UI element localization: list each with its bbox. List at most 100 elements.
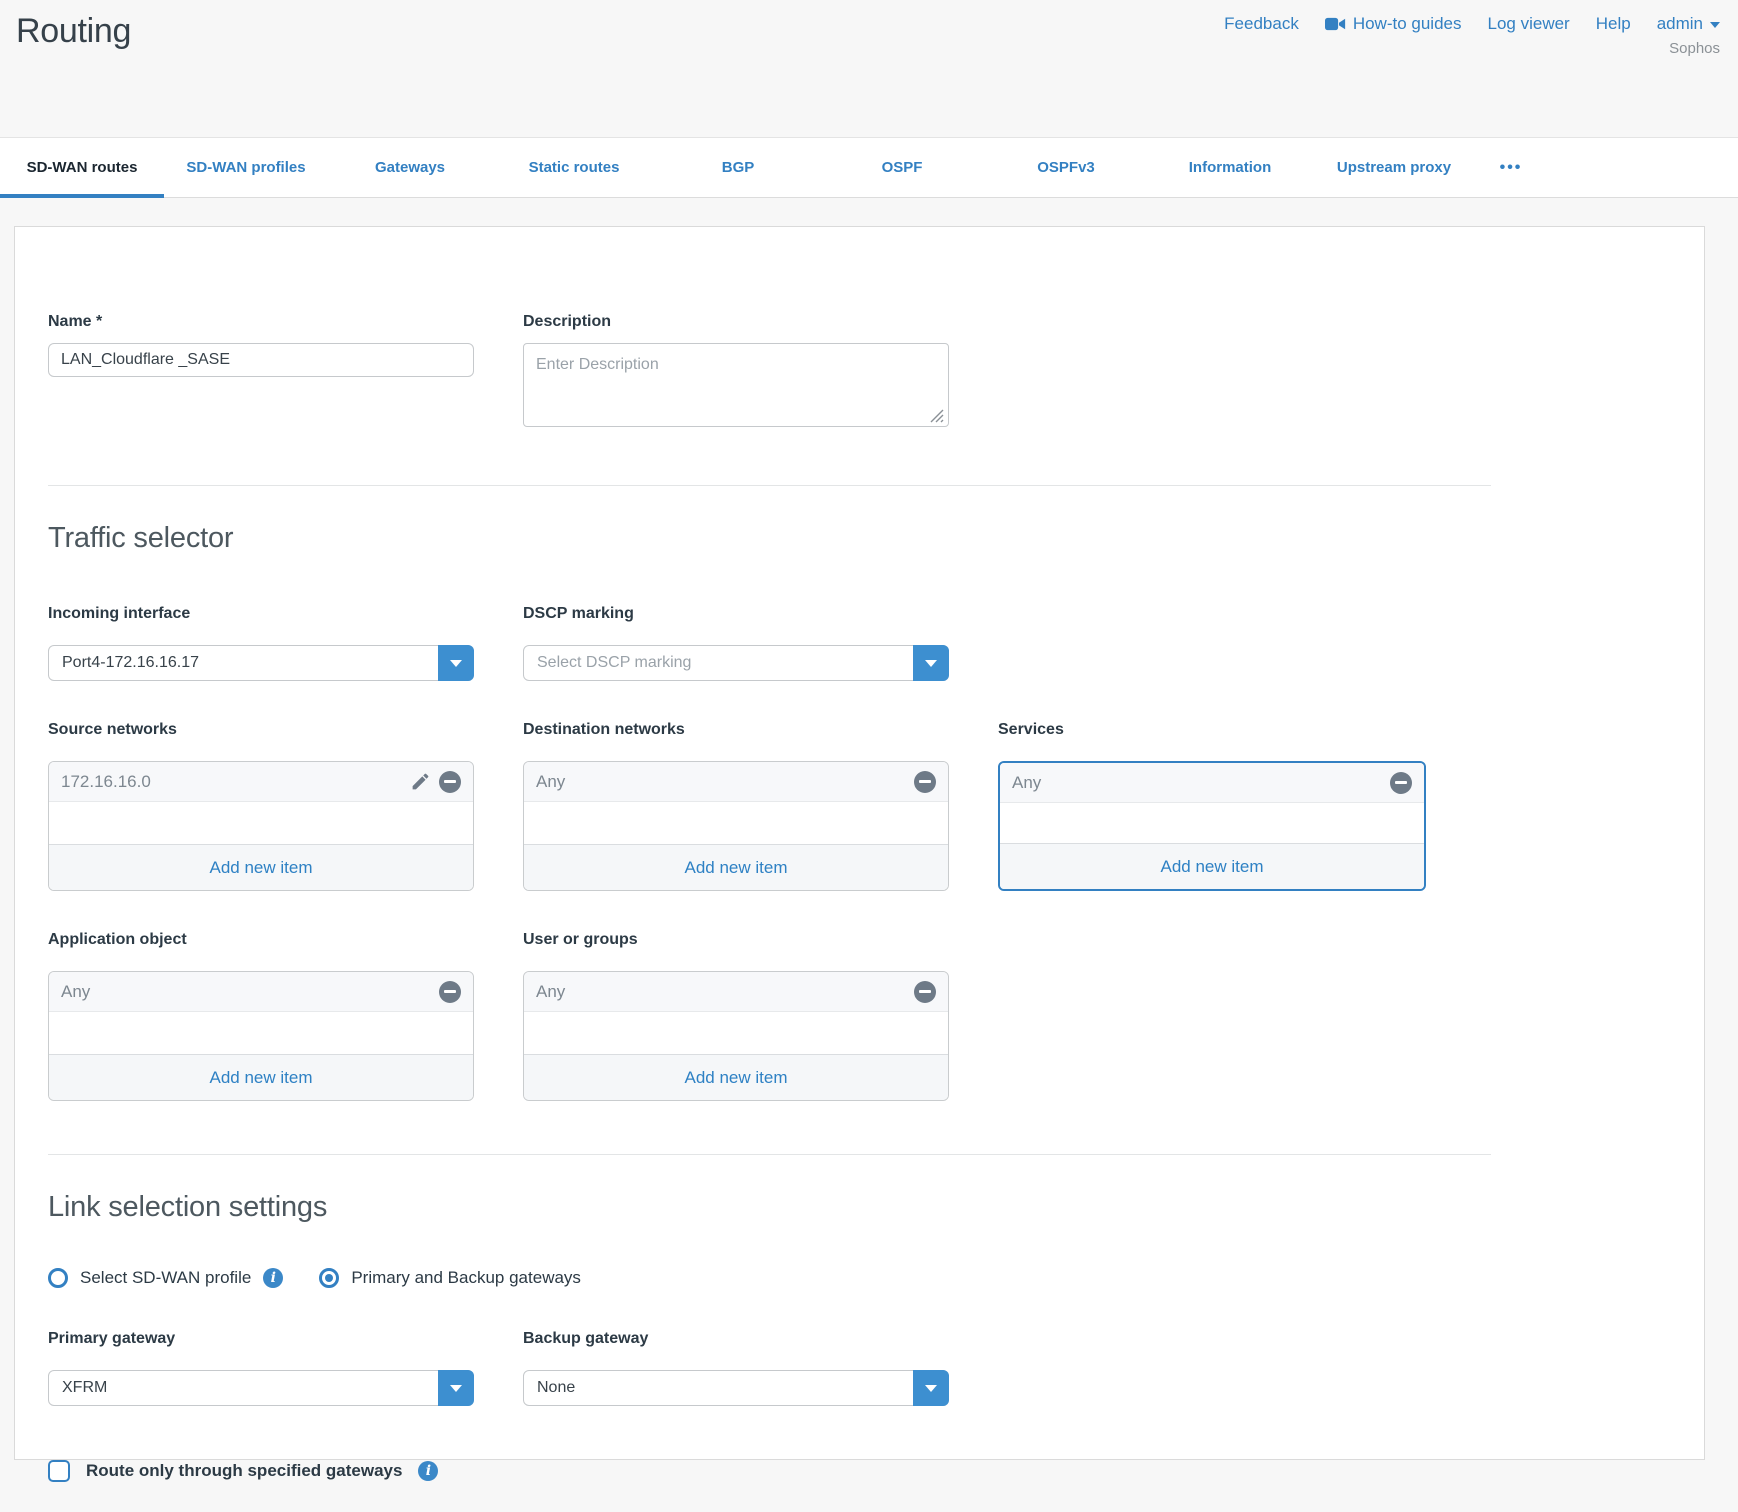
list-item: Any [524,762,948,802]
resize-handle[interactable] [930,409,944,423]
tab-sdwan-profiles[interactable]: SD-WAN profiles [164,138,328,197]
services-list: Any Add new item [998,761,1426,891]
remove-item-icon[interactable] [914,981,936,1003]
tab-label: Static routes [529,159,620,176]
list-item: Any [1000,763,1424,803]
route-only-row: Route only through specified gateways [48,1460,1671,1482]
howto-guides-link[interactable]: How-to guides [1325,14,1462,34]
list-item: Any [49,972,473,1012]
page-header: Routing Feedback How-to guides Log viewe… [0,0,1738,137]
add-new-item-button[interactable]: Add new item [49,844,473,890]
gateway-labels: Primary gateway Backup gateway [48,1330,1671,1360]
feedback-link[interactable]: Feedback [1224,14,1299,34]
list-item-text: Any [61,982,90,1002]
primary-gateway-select[interactable]: XFRM [48,1370,474,1406]
list-empty-area [1000,803,1424,843]
tab-label: SD-WAN routes [27,159,138,176]
chevron-down-icon [1710,22,1720,28]
add-new-item-button[interactable]: Add new item [49,1054,473,1100]
primary-backup-radio-option[interactable]: Primary and Backup gateways [319,1268,581,1288]
route-only-checkbox[interactable] [48,1460,70,1482]
remove-item-icon[interactable] [439,771,461,793]
dropdown-button[interactable] [913,1370,949,1406]
admin-menu[interactable]: admin [1657,14,1720,34]
org-label: Sophos [1224,40,1720,57]
list-empty-area [49,1012,473,1054]
info-icon[interactable] [418,1461,438,1481]
log-viewer-link[interactable]: Log viewer [1488,14,1570,34]
name-label: Name * [48,313,474,331]
tab-sdwan-routes[interactable]: SD-WAN routes [0,138,164,197]
application-object-label: Application object [48,931,474,949]
list-item: 172.16.16.0 [49,762,473,802]
app-user-labels: Application object User or groups [48,931,1671,961]
sdwan-profile-radio-option[interactable]: Select SD-WAN profile [48,1268,283,1288]
chevron-down-icon [450,660,462,667]
interface-dscp-fields: Port4-172.16.16.17 Select DSCP marking [48,645,1671,681]
application-object-list: Any Add new item [48,971,474,1101]
add-new-item-button[interactable]: Add new item [524,1054,948,1100]
incoming-interface-value: Port4-172.16.16.17 [62,654,199,672]
add-new-item-button[interactable]: Add new item [524,844,948,890]
tab-label: OSPFv3 [1037,159,1095,176]
backup-gateway-value: None [537,1379,575,1397]
description-label: Description [523,313,949,331]
dropdown-button[interactable] [438,1370,474,1406]
remove-item-icon[interactable] [439,981,461,1003]
name-input[interactable] [48,343,474,377]
list-empty-area [49,802,473,844]
list-item-text: Any [1012,773,1041,793]
user-groups-list: Any Add new item [523,971,949,1101]
tab-overflow-menu[interactable]: ••• [1476,138,1546,197]
incoming-interface-select[interactable]: Port4-172.16.16.17 [48,645,474,681]
link-selection-heading: Link selection settings [48,1191,1671,1224]
tab-label: OSPF [882,159,923,176]
required-mark: * [96,313,102,330]
edit-pencil-icon[interactable] [410,771,431,792]
remove-item-icon[interactable] [1390,772,1412,794]
interface-dscp-labels: Incoming interface DSCP marking [48,605,1671,635]
dscp-marking-select[interactable]: Select DSCP marking [523,645,949,681]
list-item-text: 172.16.16.0 [61,772,151,792]
link-selection-options: Select SD-WAN profile Primary and Backup… [48,1268,1671,1288]
tab-label: Information [1189,159,1272,176]
dropdown-button[interactable] [438,645,474,681]
tab-information[interactable]: Information [1148,138,1312,197]
list-item-text: Any [536,772,565,792]
tab-upstream-proxy[interactable]: Upstream proxy [1312,138,1476,197]
backup-gateway-select[interactable]: None [523,1370,949,1406]
source-networks-list: 172.16.16.0 Add new item [48,761,474,891]
top-nav: Feedback How-to guides Log viewer Help a… [1224,14,1720,34]
list-item: Any [524,972,948,1012]
destination-networks-label: Destination networks [523,721,949,739]
source-networks-label: Source networks [48,721,474,739]
tab-static-routes[interactable]: Static routes [492,138,656,197]
dropdown-button[interactable] [913,645,949,681]
list-item-text: Any [536,982,565,1002]
tab-label: Gateways [375,159,445,176]
tab-ospfv3[interactable]: OSPFv3 [984,138,1148,197]
chevron-down-icon [450,1385,462,1392]
name-description-row: Name * Description [48,313,1671,432]
networks-labels: Source networks Destination networks Ser… [48,721,1671,751]
tab-ospf[interactable]: OSPF [820,138,984,197]
tab-gateways[interactable]: Gateways [328,138,492,197]
route-only-label: Route only through specified gateways [86,1461,402,1481]
remove-item-icon[interactable] [914,771,936,793]
description-input[interactable] [523,343,949,427]
radio-checked-icon[interactable] [319,1268,339,1288]
chevron-down-icon [925,1385,937,1392]
tab-label: Upstream proxy [1337,159,1451,176]
content-panel: Name * Description Traffic selector Inco… [14,226,1705,1460]
destination-networks-list: Any Add new item [523,761,949,891]
add-new-item-button[interactable]: Add new item [1000,843,1424,889]
user-groups-label: User or groups [523,931,949,949]
ellipsis-icon: ••• [1500,159,1523,177]
services-label: Services [998,721,1426,739]
section-divider [48,485,1491,486]
help-link[interactable]: Help [1596,14,1631,34]
radio-unchecked-icon[interactable] [48,1268,68,1288]
tab-bgp[interactable]: BGP [656,138,820,197]
primary-gateway-value: XFRM [62,1379,107,1397]
info-icon[interactable] [263,1268,283,1288]
